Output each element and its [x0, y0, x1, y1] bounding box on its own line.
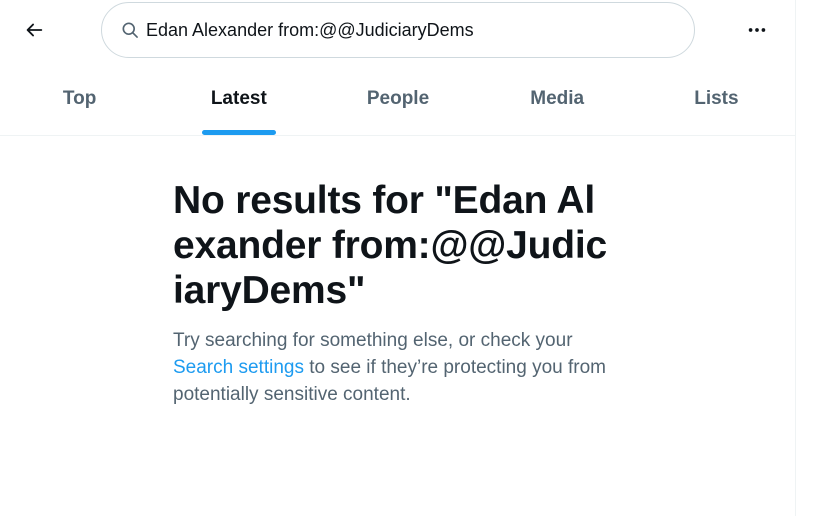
tab-lists[interactable]: Lists — [637, 66, 796, 135]
tab-label: Media — [530, 87, 585, 109]
search-icon — [122, 22, 138, 38]
tab-label: Top — [62, 87, 97, 109]
search-results-page: Top Latest People Media Lists No results… — [0, 0, 824, 516]
tab-top[interactable]: Top — [0, 66, 159, 135]
search-input[interactable] — [146, 19, 686, 41]
search-tabs: Top Latest People Media Lists — [0, 66, 796, 136]
more-options-button[interactable] — [738, 12, 776, 48]
tab-media[interactable]: Media — [478, 66, 637, 135]
tab-people[interactable]: People — [318, 66, 477, 135]
back-button[interactable] — [16, 12, 52, 48]
empty-state-text: Try searching for something else, or che… — [173, 330, 573, 351]
main-column: Top Latest People Media Lists No results… — [0, 0, 796, 516]
arrow-left-icon — [26, 23, 43, 37]
tab-label: Lists — [694, 87, 739, 109]
tab-label: Latest — [210, 87, 267, 109]
empty-state: No results for "Edan Alexander from:@@Ju… — [173, 178, 613, 408]
more-horizontal-icon — [748, 28, 766, 32]
empty-state-title: No results for "Edan Alexander from:@@Ju… — [173, 179, 607, 312]
search-box[interactable] — [101, 2, 695, 58]
tab-latest[interactable]: Latest — [159, 66, 318, 135]
search-settings-link[interactable]: Search settings — [173, 357, 304, 378]
empty-state-message: Try searching for something else, or che… — [173, 327, 613, 408]
active-tab-indicator — [201, 130, 276, 135]
tab-label: People — [366, 87, 430, 109]
